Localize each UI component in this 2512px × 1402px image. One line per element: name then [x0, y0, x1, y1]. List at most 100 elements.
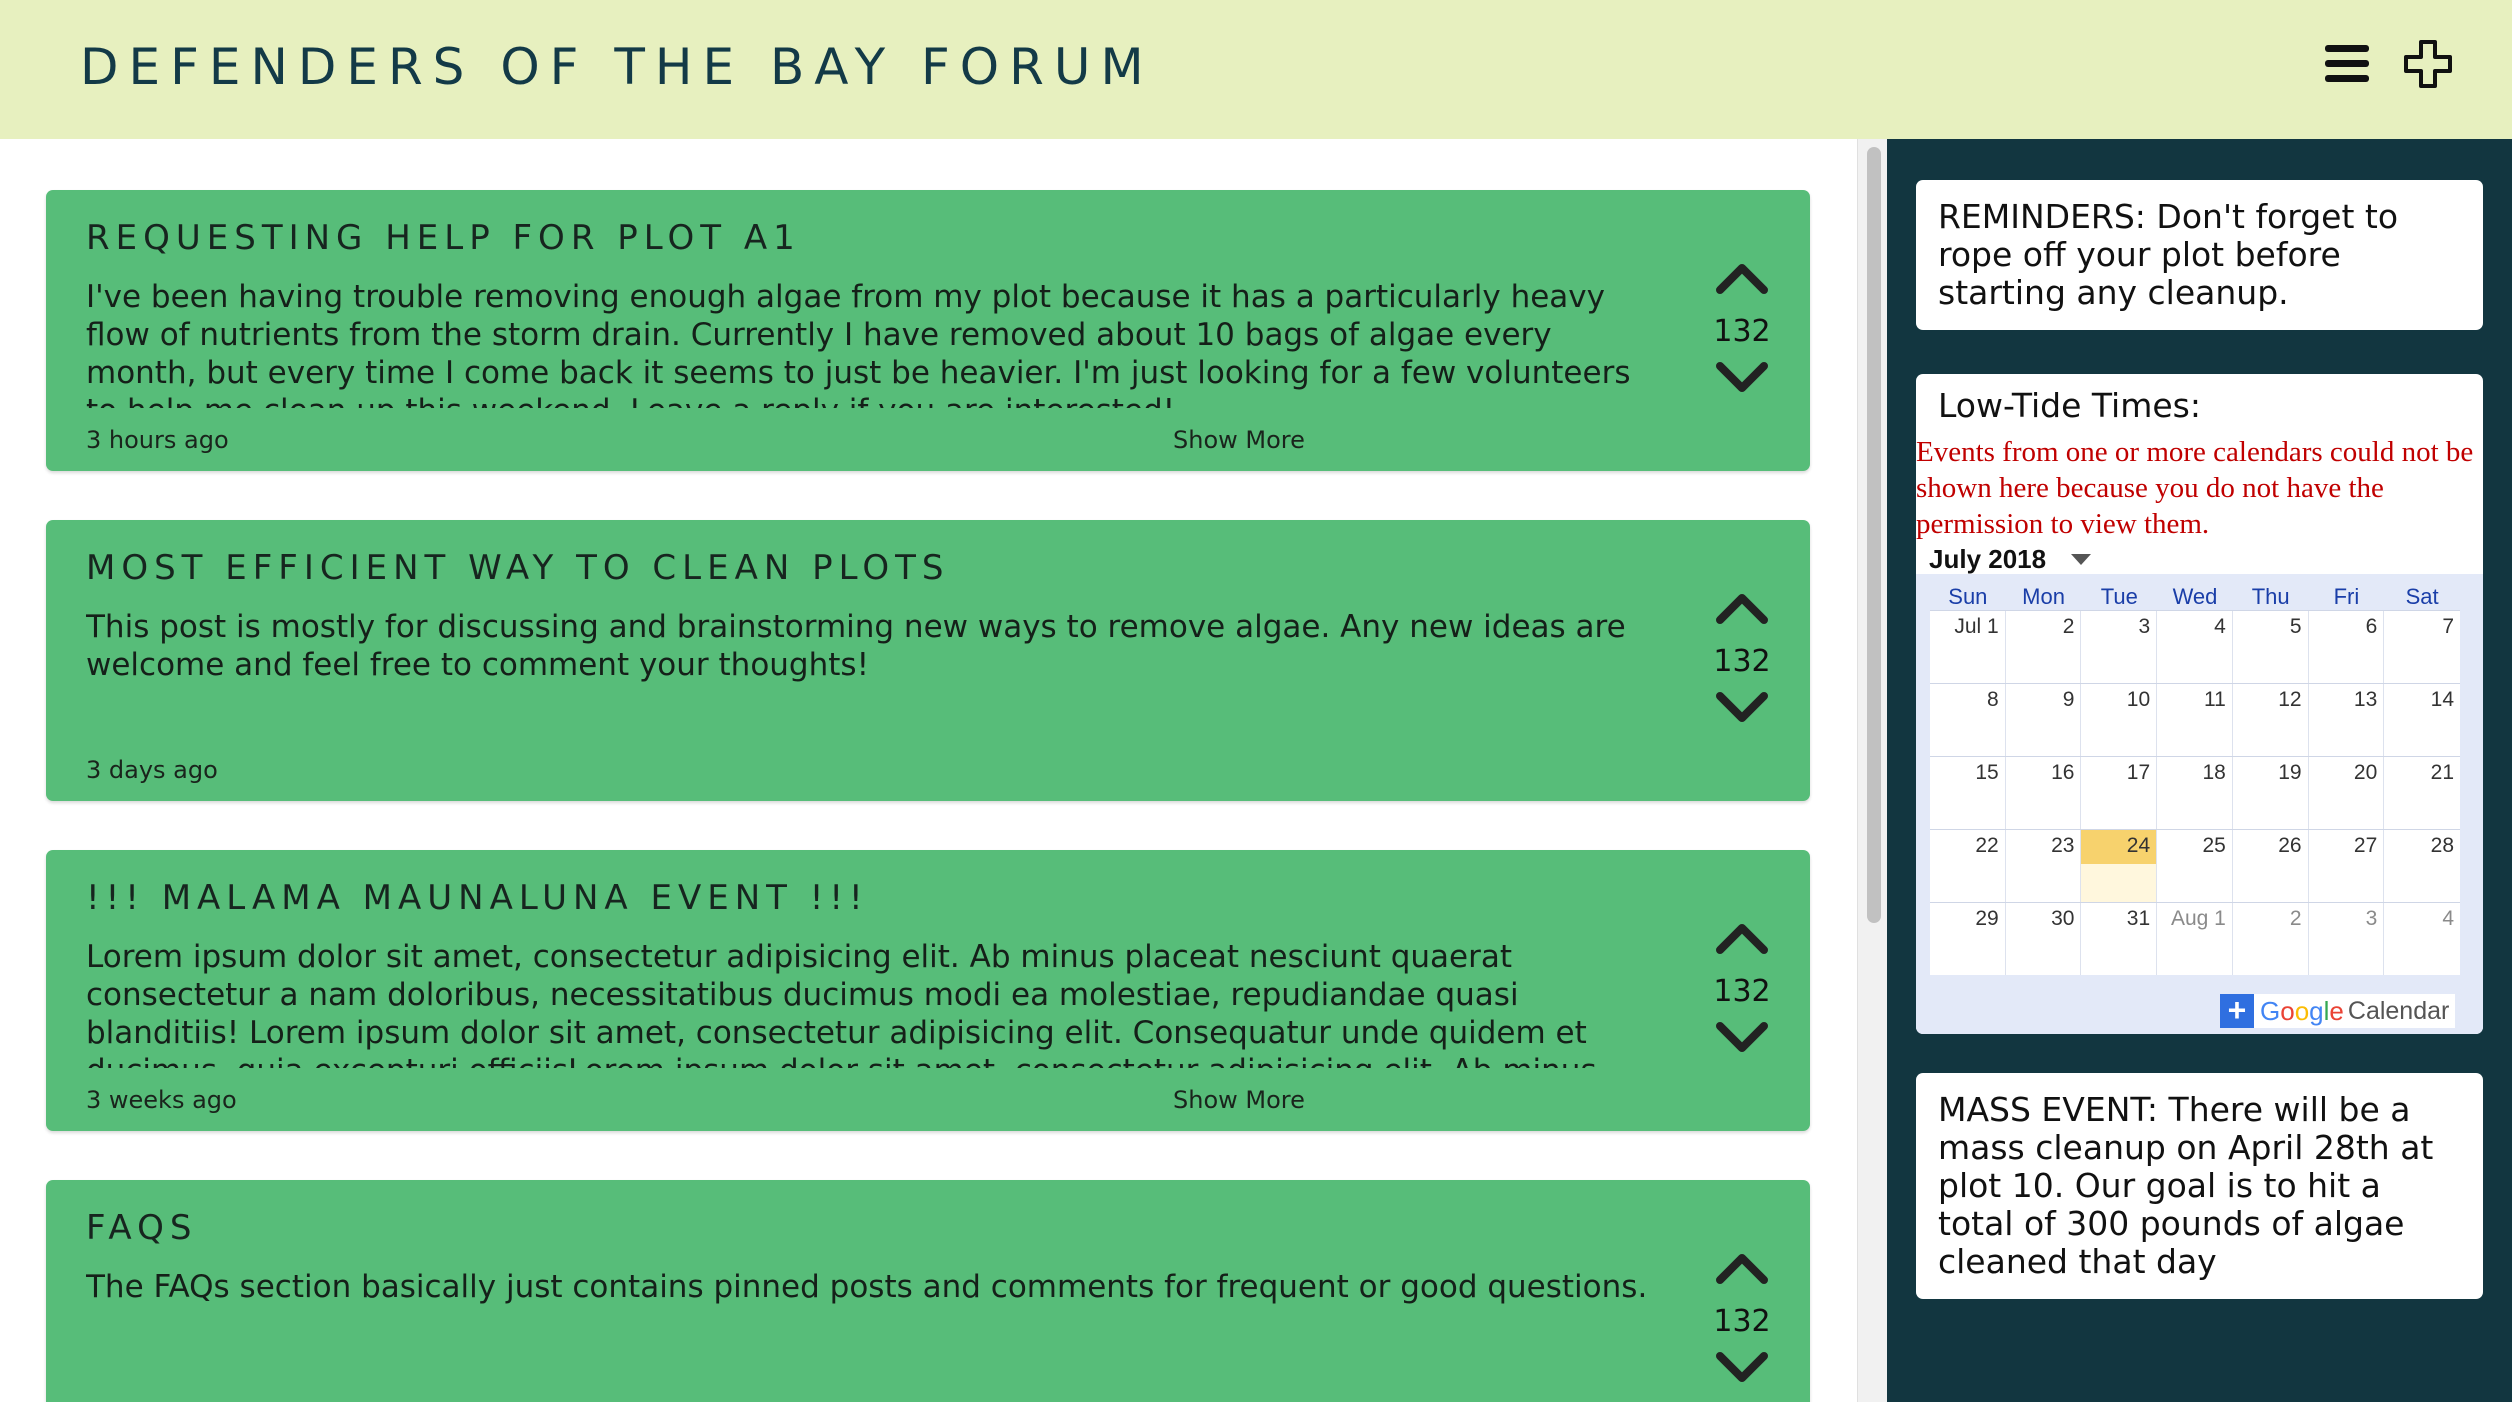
day-number: 3: [2365, 907, 2378, 930]
hamburger-menu-icon[interactable]: [2325, 45, 2369, 85]
day-number: 12: [2278, 688, 2302, 711]
day-number: 23: [2051, 834, 2075, 857]
day-number: 17: [2126, 761, 2151, 784]
day-number: 13: [2353, 688, 2378, 711]
site-title: DEFENDERS OF THE BAY FORUM: [80, 38, 1154, 96]
calendar-day[interactable]: 4: [2384, 903, 2460, 975]
calendar-day[interactable]: 18: [2157, 757, 2233, 829]
downvote-chevron-down-icon[interactable]: [1716, 1350, 1768, 1386]
post-card[interactable]: FAQS The FAQs section basically just con…: [46, 1180, 1810, 1402]
month-dropdown-arrow-icon[interactable]: [2071, 554, 2091, 565]
calendar-day[interactable]: 2: [2006, 611, 2082, 683]
scrollbar-thumb[interactable]: [1867, 147, 1881, 923]
post-card[interactable]: MOST EFFICIENT WAY TO CLEAN PLOTS This p…: [46, 520, 1810, 801]
day-number: 30: [2051, 907, 2075, 930]
post-feed: REQUESTING HELP FOR PLOT A1 I've been ha…: [0, 139, 1860, 1402]
calendar-day[interactable]: 25: [2157, 830, 2233, 902]
calendar-day[interactable]: 4: [2157, 611, 2233, 683]
calendar-day[interactable]: 5: [2233, 611, 2309, 683]
day-number: 16: [2051, 761, 2075, 784]
calendar-month-label[interactable]: July 2018: [1929, 544, 2046, 575]
calendar-day[interactable]: 3: [2081, 611, 2158, 683]
calendar-week-row: 29 30 31 Aug 1 2 3 4: [1930, 902, 2460, 975]
calendar-permission-warning: Events from one or more calendars could …: [1916, 436, 2474, 540]
calendar-day[interactable]: 17: [2081, 757, 2158, 829]
vote-count: 132: [1713, 644, 1771, 679]
day-number: 19: [2278, 761, 2302, 784]
post-timestamp: 3 hours ago: [86, 426, 229, 454]
calendar-day[interactable]: 6: [2309, 611, 2385, 683]
feed-scrollbar[interactable]: [1857, 139, 1887, 1402]
day-number: 7: [2442, 615, 2454, 638]
calendar-day[interactable]: 22: [1930, 830, 2006, 902]
day-number: 21: [2430, 761, 2454, 784]
post-body: This post is mostly for discussing and b…: [86, 609, 1626, 683]
vote-count: 132: [1713, 974, 1771, 1009]
calendar-day[interactable]: 31: [2081, 903, 2158, 975]
calendar-day[interactable]: 21: [2384, 757, 2460, 829]
days-of-week-row: Sun Mon Tue Wed Thu Fri Sat: [1930, 584, 2460, 610]
post-title[interactable]: FAQS: [86, 1208, 197, 1248]
day-of-week: Sat: [2405, 584, 2439, 609]
post-card[interactable]: !!! MALAMA MAUNALUNA EVENT !!! Lorem ips…: [46, 850, 1810, 1131]
mass-event-label: MASS EVENT:: [1938, 1090, 2159, 1129]
post-card[interactable]: REQUESTING HELP FOR PLOT A1 I've been ha…: [46, 190, 1810, 471]
calendar-day[interactable]: 14: [2384, 684, 2460, 756]
calendar-day[interactable]: 12: [2233, 684, 2309, 756]
show-more-link[interactable]: Show More: [1173, 1086, 1305, 1114]
calendar-day[interactable]: 16: [2006, 757, 2082, 829]
upvote-chevron-up-icon[interactable]: [1716, 590, 1768, 626]
add-post-icon[interactable]: [2402, 38, 2454, 90]
upvote-chevron-up-icon[interactable]: [1716, 260, 1768, 296]
upvote-chevron-up-icon[interactable]: [1716, 1250, 1768, 1286]
day-number: 31: [2126, 907, 2151, 930]
downvote-chevron-down-icon[interactable]: [1716, 690, 1768, 726]
post-title[interactable]: MOST EFFICIENT WAY TO CLEAN PLOTS: [86, 548, 949, 588]
post-body: Lorem ipsum dolor sit amet, consectetur …: [86, 939, 1597, 1068]
add-to-google-calendar-plus-icon[interactable]: +: [2220, 994, 2254, 1028]
calendar-day[interactable]: 30: [2006, 903, 2082, 975]
day-number: 5: [2289, 615, 2302, 638]
day-number: 4: [2214, 615, 2226, 638]
mass-event-card: MASS EVENT: There will be a mass cleanup…: [1916, 1073, 2483, 1299]
day-number: 9: [2062, 688, 2075, 711]
vote-count: 132: [1713, 314, 1771, 349]
calendar-day[interactable]: 23: [2006, 830, 2082, 902]
calendar-day[interactable]: 2: [2233, 903, 2309, 975]
day-of-week: Mon: [2022, 584, 2065, 609]
calendar-week-row: Jul 1 2 3 4 5 6 7: [1930, 610, 2460, 683]
calendar-day[interactable]: 15: [1930, 757, 2006, 829]
post-title[interactable]: !!! MALAMA MAUNALUNA EVENT !!!: [86, 878, 869, 918]
calendar-day[interactable]: 29: [1930, 903, 2006, 975]
day-number: 28: [2430, 834, 2454, 857]
calendar-day[interactable]: 20: [2309, 757, 2385, 829]
calendar-day[interactable]: 28: [2384, 830, 2460, 902]
show-more-link[interactable]: Show More: [1173, 426, 1305, 454]
day-number: 6: [2365, 615, 2378, 638]
calendar-day[interactable]: 19: [2233, 757, 2309, 829]
calendar-day[interactable]: Aug 1: [2157, 903, 2233, 975]
day-number: 24: [2081, 830, 2157, 864]
calendar-day[interactable]: 3: [2309, 903, 2385, 975]
calendar-day[interactable]: 13: [2309, 684, 2385, 756]
post-timestamp: 3 weeks ago: [86, 1086, 237, 1114]
upvote-chevron-up-icon[interactable]: [1716, 920, 1768, 956]
calendar-day[interactable]: 27: [2309, 830, 2385, 902]
calendar-day[interactable]: Jul 1: [1930, 611, 2006, 683]
post-title[interactable]: REQUESTING HELP FOR PLOT A1: [86, 218, 801, 258]
day-number: 11: [2204, 688, 2226, 711]
day-of-week: Wed: [2172, 584, 2218, 609]
calendar-day[interactable]: 11: [2157, 684, 2233, 756]
downvote-chevron-down-icon[interactable]: [1716, 360, 1768, 396]
calendar-day[interactable]: 10: [2081, 684, 2158, 756]
calendar-day[interactable]: 7: [2384, 611, 2460, 683]
calendar-day[interactable]: 8: [1930, 684, 2006, 756]
day-of-week: Tue: [2100, 584, 2138, 609]
downvote-chevron-down-icon[interactable]: [1716, 1020, 1768, 1056]
day-number: 14: [2430, 688, 2454, 711]
calendar-day[interactable]: 9: [2006, 684, 2082, 756]
calendar-day-today[interactable]: 24: [2081, 830, 2158, 902]
calendar-day[interactable]: 26: [2233, 830, 2309, 902]
reminders-label: REMINDERS:: [1938, 197, 2146, 236]
google-calendar-badge[interactable]: + Google Calendar: [2220, 994, 2456, 1028]
